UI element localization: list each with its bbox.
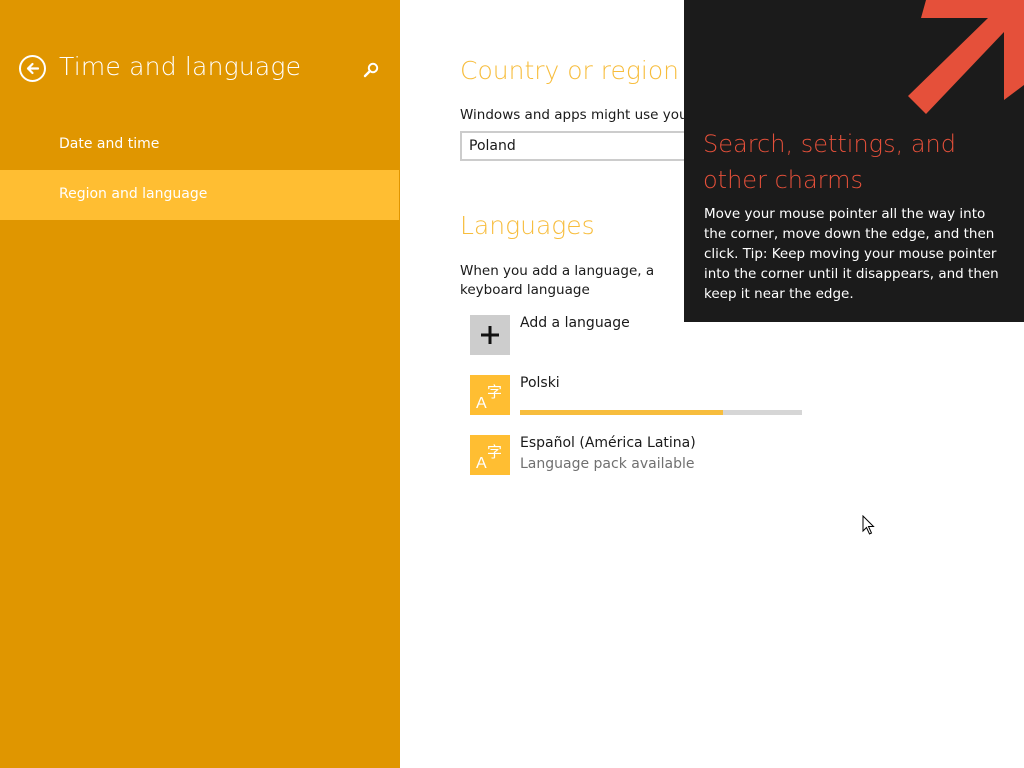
svg-text:字: 字 [487, 383, 502, 401]
back-button[interactable] [19, 55, 46, 82]
svg-text:A: A [476, 455, 487, 472]
sidebar-item-date-and-time[interactable]: Date and time [0, 120, 399, 170]
download-progress-fill [520, 410, 724, 415]
plus-icon [481, 326, 499, 344]
charms-tip-title: Search, settings, and other charms [703, 130, 956, 194]
language-item-polski[interactable]: A 字 Polski [470, 375, 810, 419]
sidebar-item-region-and-language[interactable]: Region and language [0, 170, 399, 220]
language-name: Español (América Latina) [520, 435, 696, 451]
add-language-label: Add a language [520, 315, 630, 331]
mouse-cursor-icon [862, 515, 875, 535]
language-status: Language pack available [520, 456, 695, 472]
languages-description: When you add a language, a keyboard lang… [460, 263, 655, 298]
charms-arrow-icon [908, 0, 1024, 114]
add-tile [470, 315, 510, 355]
charms-tip-body: Move your mouse pointer all the way into… [704, 206, 999, 302]
svg-text:字: 字 [487, 443, 502, 461]
language-tile: A 字 [470, 375, 510, 415]
country-section-title: Country or region [460, 56, 679, 85]
svg-text:A: A [476, 395, 487, 412]
search-button[interactable] [362, 61, 380, 79]
search-icon [363, 62, 379, 78]
sidebar-item-label: Region and language [59, 186, 208, 202]
country-description: Windows and apps might use your [460, 107, 694, 123]
back-arrow-icon [26, 62, 40, 75]
sidebar-item-label: Date and time [59, 136, 160, 152]
language-tile-icon: A 字 [476, 383, 502, 412]
download-progress-bar [520, 410, 802, 415]
language-item-espanol[interactable]: A 字 Español (América Latina) Language pa… [470, 435, 810, 479]
sidebar: Time and language Date and time Region a… [0, 0, 400, 768]
language-tile: A 字 [470, 435, 510, 475]
language-name: Polski [520, 375, 560, 391]
charms-tip-panel[interactable]: Search, settings, and other charms Move … [684, 0, 1024, 322]
page-title: Time and language [59, 52, 302, 81]
language-tile-icon: A 字 [476, 443, 502, 472]
pc-settings-screen: Time and language Date and time Region a… [0, 0, 1024, 768]
languages-section-title: Languages [460, 211, 595, 240]
country-selected-value: Poland [469, 138, 516, 154]
